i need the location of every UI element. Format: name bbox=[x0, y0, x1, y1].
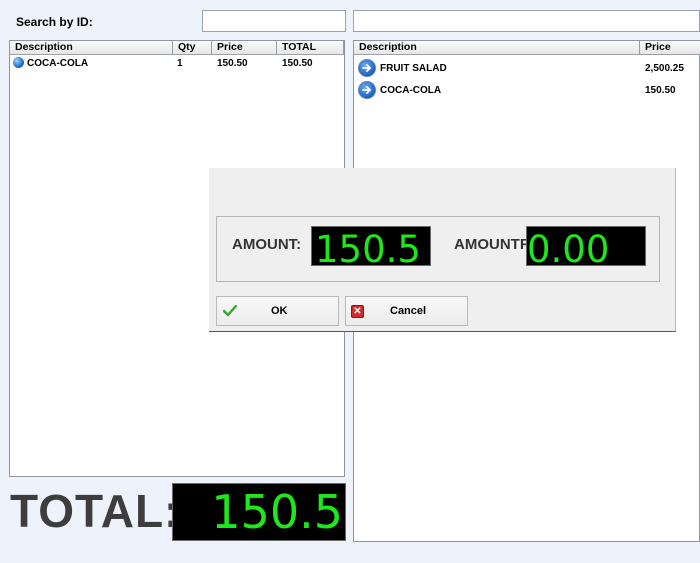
amount-received-label: AMOUNTR bbox=[454, 236, 531, 253]
product-description: FRUIT SALAD bbox=[380, 63, 447, 74]
table-row[interactable]: COCA-COLA 1 150.50 150.50 bbox=[10, 56, 344, 70]
ok-label: OK bbox=[271, 305, 288, 317]
total-value: 150.5 bbox=[211, 485, 343, 539]
blue-dot-icon bbox=[13, 57, 24, 68]
payment-dialog: AMOUNT: 150.5 AMOUNTR 0.00 OK ✕ Cancel bbox=[209, 168, 676, 332]
product-col-price[interactable]: Price bbox=[640, 41, 700, 55]
cancel-button[interactable]: ✕ Cancel bbox=[345, 296, 468, 326]
product-price: 150.50 bbox=[645, 85, 676, 96]
cancel-label: Cancel bbox=[390, 305, 427, 317]
secondary-search-input[interactable] bbox=[353, 10, 700, 32]
amount-value: 150.5 bbox=[315, 228, 421, 266]
list-item[interactable]: COCA-COLA 150.50 bbox=[354, 80, 699, 100]
arrow-right-icon bbox=[358, 59, 376, 77]
cart-col-price[interactable]: Price bbox=[212, 41, 277, 55]
search-label: Search by ID: bbox=[16, 15, 93, 29]
arrow-right-icon bbox=[358, 81, 376, 99]
product-price: 2,500.25 bbox=[645, 63, 684, 74]
cart-item-qty: 1 bbox=[177, 58, 183, 69]
cart-col-qty[interactable]: Qty bbox=[173, 41, 212, 55]
total-display: 150.5 bbox=[172, 483, 346, 541]
cart-col-total[interactable]: TOTAL bbox=[277, 41, 344, 55]
cart-item-price: 150.50 bbox=[217, 58, 248, 69]
ok-button[interactable]: OK bbox=[216, 296, 339, 326]
product-col-description[interactable]: Description bbox=[354, 41, 640, 55]
amount-received-value: 0.00 bbox=[527, 228, 610, 266]
amount-group: AMOUNT: 150.5 AMOUNTR 0.00 bbox=[216, 216, 660, 282]
cart-col-description[interactable]: Description bbox=[10, 41, 173, 55]
cart-item-total: 150.50 bbox=[282, 58, 313, 69]
list-item[interactable]: FRUIT SALAD 2,500.25 bbox=[354, 58, 699, 78]
amount-label: AMOUNT: bbox=[232, 236, 302, 253]
checkmark-icon bbox=[223, 305, 237, 317]
search-id-input[interactable] bbox=[202, 10, 346, 32]
cancel-icon: ✕ bbox=[351, 305, 364, 318]
product-description: COCA-COLA bbox=[380, 85, 442, 96]
amount-received-input[interactable]: 0.00 bbox=[526, 226, 646, 266]
amount-display: 150.5 bbox=[311, 226, 431, 266]
total-label: TOTAL: bbox=[10, 485, 181, 537]
cart-item-description: COCA-COLA bbox=[27, 58, 89, 69]
